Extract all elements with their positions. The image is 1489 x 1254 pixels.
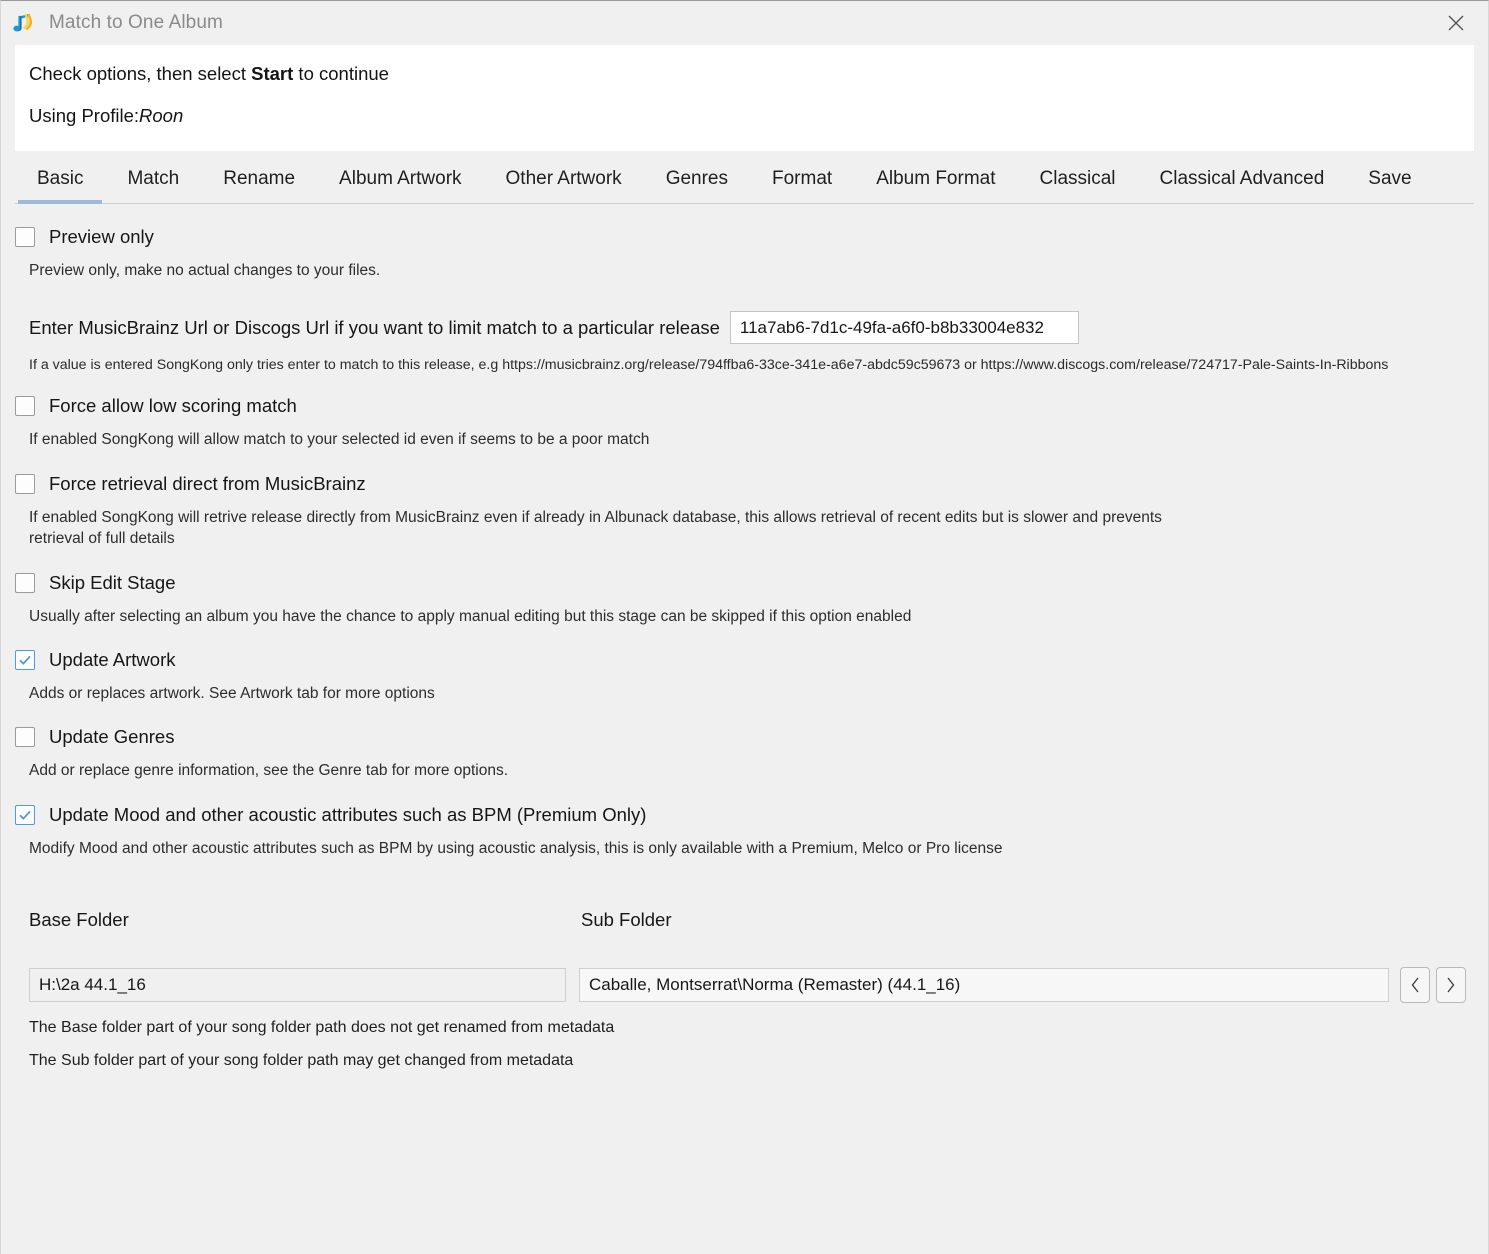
next-folder-button[interactable] (1436, 967, 1466, 1003)
close-button[interactable] (1424, 1, 1488, 45)
base-folder-label: Base Folder (29, 909, 129, 930)
previous-folder-button[interactable] (1400, 967, 1430, 1003)
titlebar: Match to One Album (1, 1, 1488, 45)
update-mood-checkbox[interactable] (15, 804, 35, 825)
preview-only-label: Preview only (49, 226, 154, 247)
tab-label: Classical (1039, 168, 1116, 189)
force-allow-low-scoring-help: If enabled SongKong will allow match to … (29, 431, 650, 449)
update-mood-label: Update Mood and other acoustic attribute… (49, 803, 647, 825)
profile-value: Roon (139, 105, 184, 126)
tab-label: Basic (37, 168, 84, 189)
tab-match[interactable]: Match (105, 168, 201, 203)
chevron-right-icon (1445, 976, 1457, 994)
update-mood-help: Modify Mood and other acoustic attribute… (29, 839, 1003, 857)
tab-label: Format (772, 168, 833, 189)
release-url-label: Enter MusicBrainz Url or Discogs Url if … (29, 316, 720, 338)
instruction-prefix: Check options, then select (29, 63, 252, 84)
instruction-text: Check options, then select Start to cont… (29, 63, 1460, 85)
update-artwork-checkbox[interactable] (15, 649, 35, 670)
update-genres-row: Update Genres (15, 726, 1474, 748)
profile-label: Using Profile: (29, 105, 140, 126)
force-retrieval-direct-label: Force retrieval direct from MusicBrainz (49, 472, 366, 494)
tab-genres[interactable]: Genres (644, 168, 750, 203)
tab-other-artwork[interactable]: Other Artwork (484, 168, 644, 203)
tab-bar: Basic Match Rename Album Artwork Other A… (15, 151, 1474, 204)
sub-folder-help: The Sub folder part of your song folder … (29, 1052, 574, 1069)
update-artwork-help: Adds or replaces artwork. See Artwork ta… (29, 684, 435, 702)
sub-folder-input[interactable] (579, 968, 1389, 1002)
update-mood-row: Update Mood and other acoustic attribute… (15, 804, 1474, 826)
release-url-help: If a value is entered SongKong only trie… (29, 357, 1389, 374)
base-folder-input[interactable] (29, 968, 566, 1002)
update-genres-checkbox[interactable] (15, 727, 35, 748)
update-genres-label: Update Genres (49, 726, 175, 748)
tab-label: Genres (665, 168, 728, 189)
tab-album-format[interactable]: Album Format (854, 168, 1017, 203)
tab-rename[interactable]: Rename (201, 168, 317, 203)
basic-tab-content: Preview only Preview only, make no actua… (1, 226, 1488, 1070)
preview-only-help: Preview only, make no actual changes to … (29, 262, 381, 279)
tab-classical-advanced[interactable]: Classical Advanced (1138, 168, 1347, 203)
force-allow-low-scoring-label: Force allow low scoring match (49, 395, 297, 417)
header-panel: Check options, then select Start to cont… (15, 45, 1474, 151)
tab-label: Rename (223, 168, 296, 189)
skip-edit-stage-label: Skip Edit Stage (49, 571, 176, 593)
force-allow-low-scoring-row: Force allow low scoring match (15, 395, 1474, 417)
tab-label: Save (1368, 168, 1412, 189)
folder-labels-row: Base Folder Sub Folder (29, 909, 1474, 931)
folder-inputs-row (29, 967, 1474, 1003)
music-note-icon (9, 8, 39, 38)
skip-edit-stage-row: Skip Edit Stage (15, 572, 1474, 594)
force-allow-low-scoring-checkbox[interactable] (15, 396, 35, 417)
tab-save[interactable]: Save (1346, 168, 1433, 203)
profile-line: Using Profile:Roon (29, 105, 1460, 127)
tab-label: Album Format (876, 168, 996, 189)
release-url-row: Enter MusicBrainz Url or Discogs Url if … (29, 311, 1474, 345)
window-title: Match to One Album (49, 12, 223, 33)
force-retrieval-direct-checkbox[interactable] (15, 473, 35, 494)
start-keyword: Start (251, 63, 294, 84)
preview-only-row: Preview only (15, 226, 1474, 248)
chevron-left-icon (1409, 976, 1421, 994)
tab-album-artwork[interactable]: Album Artwork (317, 168, 483, 203)
tab-label: Classical Advanced (1159, 168, 1325, 189)
base-folder-help: The Base folder part of your song folder… (29, 1019, 615, 1036)
force-retrieval-direct-row: Force retrieval direct from MusicBrainz (15, 473, 1474, 495)
tab-label: Other Artwork (505, 168, 622, 189)
skip-edit-stage-help: Usually after selecting an album you hav… (29, 607, 912, 625)
match-to-one-album-window: Match to One Album Check options, then s… (0, 0, 1489, 1254)
preview-only-checkbox[interactable] (15, 227, 35, 247)
tab-label: Match (127, 168, 180, 189)
tab-format[interactable]: Format (750, 168, 854, 203)
update-genres-help: Add or replace genre information, see th… (29, 762, 509, 780)
tab-basic[interactable]: Basic (15, 168, 105, 204)
update-artwork-row: Update Artwork (15, 649, 1474, 671)
close-icon (1445, 12, 1467, 34)
instruction-suffix: to continue (293, 63, 389, 84)
update-artwork-label: Update Artwork (49, 648, 176, 670)
tab-classical[interactable]: Classical (1018, 168, 1138, 203)
skip-edit-stage-checkbox[interactable] (15, 572, 35, 593)
tab-label: Album Artwork (339, 168, 462, 189)
sub-folder-label: Sub Folder (581, 909, 672, 930)
release-url-input[interactable] (729, 311, 1079, 345)
force-retrieval-direct-help: If enabled SongKong will retrive release… (29, 508, 1162, 548)
